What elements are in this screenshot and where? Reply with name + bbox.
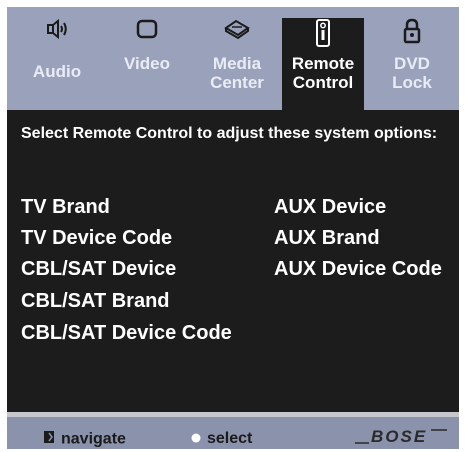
navigate-icon	[43, 430, 55, 449]
option-aux-device[interactable]: AUX Device	[274, 195, 386, 219]
option-aux-device-code[interactable]: AUX Device Code	[274, 257, 442, 281]
bose-logo: BOSE	[353, 425, 449, 447]
tab-media-center[interactable]: Media Center	[197, 18, 277, 110]
tab-dvd-lock[interactable]: DVD Lock	[372, 18, 452, 110]
intro-text: Select Remote Control to adjust these sy…	[21, 125, 438, 142]
select-hint: select	[191, 430, 252, 448]
menu-screen: Audio Video Media Center Remote Control …	[7, 7, 459, 449]
tab-remote-control[interactable]: Remote Control	[282, 18, 364, 110]
options-panel: Select Remote Control to adjust these sy…	[7, 110, 459, 412]
tab-audio[interactable]: Audio	[17, 18, 97, 110]
tab-audio-label: Audio	[32, 62, 82, 81]
tab-video-label: Video	[124, 54, 170, 73]
option-cbl-sat-device-code[interactable]: CBL/SAT Device Code	[21, 321, 232, 345]
option-cbl-sat-brand[interactable]: CBL/SAT Brand	[21, 289, 170, 313]
media-center-icon	[223, 18, 251, 48]
tab-media-center-label: Media Center	[210, 54, 264, 92]
tab-remote-control-label: Remote Control	[291, 54, 355, 92]
remote-control-icon	[309, 18, 337, 48]
select-dot-icon	[191, 430, 201, 448]
tv-screen-icon	[133, 18, 161, 48]
option-cbl-sat-device[interactable]: CBL/SAT Device	[21, 257, 176, 281]
option-tv-brand[interactable]: TV Brand	[21, 195, 110, 219]
tab-bar: Audio Video Media Center Remote Control …	[7, 7, 459, 110]
tab-dvd-lock-label: DVD Lock	[392, 54, 432, 92]
speaker-icon	[43, 18, 71, 48]
select-label: select	[207, 430, 253, 448]
bose-logo-text: BOSE	[371, 427, 427, 446]
padlock-icon	[398, 18, 426, 48]
option-tv-device-code[interactable]: TV Device Code	[21, 226, 172, 250]
navigate-hint: navigate	[43, 430, 126, 449]
option-aux-brand[interactable]: AUX Brand	[274, 226, 380, 250]
footer-bar: navigate select BOSE	[7, 417, 459, 449]
tab-video[interactable]: Video	[107, 18, 187, 110]
navigate-label: navigate	[61, 430, 126, 448]
